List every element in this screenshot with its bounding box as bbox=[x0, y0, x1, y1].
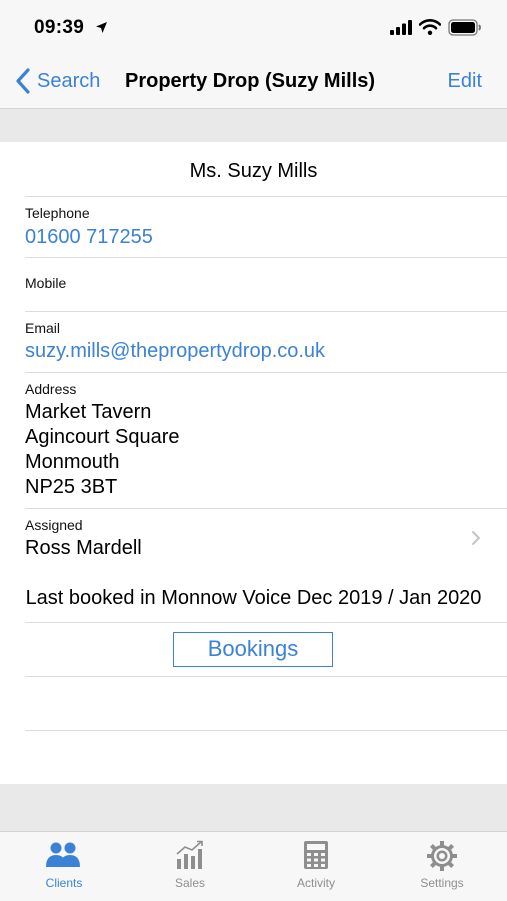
last-booked-text: Last booked in Monnow Voice Dec 2019 / J… bbox=[25, 587, 482, 609]
edit-button[interactable]: Edit bbox=[448, 70, 482, 93]
client-detail: Ms. Suzy Mills Telephone 01600 717255 Mo… bbox=[0, 142, 507, 784]
sales-chart-icon bbox=[176, 840, 203, 869]
wifi-icon bbox=[419, 19, 441, 35]
status-time: 09:39 bbox=[34, 17, 85, 38]
client-name-row: Ms. Suzy Mills bbox=[0, 142, 507, 196]
assigned-value: Ross Mardell bbox=[25, 537, 142, 559]
page-title: Property Drop (Suzy Mills) bbox=[125, 70, 376, 92]
tab-bar: Clients Sales Activity Settings bbox=[0, 831, 507, 901]
telephone-label: Telephone bbox=[25, 205, 90, 221]
tab-settings[interactable]: Settings bbox=[379, 832, 505, 901]
assigned-label: Assigned bbox=[25, 517, 83, 533]
back-button[interactable]: Search bbox=[14, 66, 100, 96]
tab-clients[interactable]: Clients bbox=[1, 832, 127, 901]
navigation-bar: Search Property Drop (Suzy Mills) Edit bbox=[0, 55, 507, 109]
tab-label: Settings bbox=[420, 876, 464, 890]
chevron-left-icon bbox=[16, 68, 30, 94]
email-link[interactable]: suzy.mills@thepropertydrop.co.uk bbox=[25, 339, 325, 364]
divider bbox=[25, 257, 507, 258]
divider bbox=[25, 372, 507, 373]
cellular-signal-icon bbox=[390, 20, 412, 35]
calculator-icon bbox=[304, 841, 328, 869]
email-label: Email bbox=[25, 320, 61, 336]
client-name: Ms. Suzy Mills bbox=[189, 160, 318, 182]
divider bbox=[25, 196, 507, 197]
divider bbox=[25, 622, 507, 623]
tab-sales[interactable]: Sales bbox=[127, 832, 253, 901]
clients-icon bbox=[46, 842, 80, 867]
tab-label: Clients bbox=[45, 876, 83, 890]
mobile-label: Mobile bbox=[25, 275, 67, 291]
status-bar: 09:39 bbox=[0, 0, 507, 55]
assigned-row[interactable]: Assigned Ross Mardell bbox=[0, 509, 507, 568]
tab-label: Activity bbox=[296, 876, 335, 890]
tab-label: Sales bbox=[174, 876, 206, 890]
address-label: Address bbox=[25, 381, 77, 397]
battery-icon bbox=[448, 19, 481, 36]
section-header-band bbox=[0, 109, 507, 142]
divider bbox=[25, 311, 507, 312]
location-arrow-icon bbox=[96, 22, 107, 33]
divider bbox=[25, 730, 507, 731]
chevron-right-icon bbox=[472, 531, 480, 545]
address-line: Monmouth bbox=[25, 451, 120, 473]
tab-activity[interactable]: Activity bbox=[253, 832, 379, 901]
divider bbox=[25, 676, 507, 677]
address-line: Agincourt Square bbox=[25, 426, 180, 448]
address-line: NP25 3BT bbox=[25, 476, 118, 498]
address-line: Market Tavern bbox=[25, 401, 152, 423]
footer-band bbox=[0, 784, 507, 831]
back-button-label: Search bbox=[37, 69, 101, 92]
telephone-link[interactable]: 01600 717255 bbox=[25, 225, 153, 250]
bookings-button[interactable]: Bookings bbox=[173, 632, 333, 667]
gear-icon bbox=[427, 841, 457, 871]
